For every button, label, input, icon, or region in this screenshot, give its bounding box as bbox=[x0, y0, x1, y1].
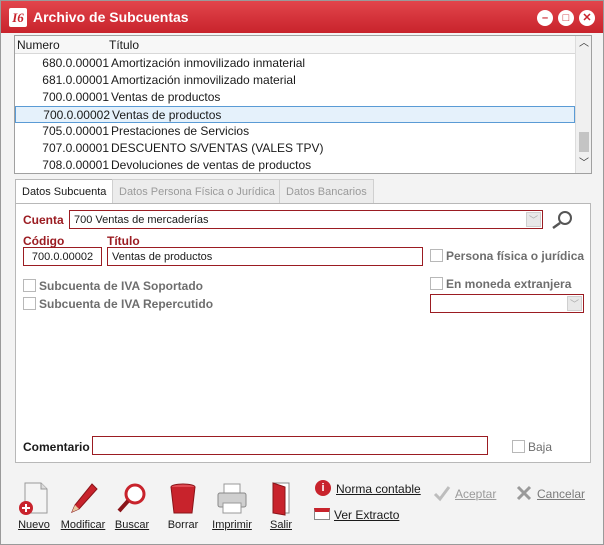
codigo-label: Código bbox=[23, 234, 65, 248]
window-title: Archivo de Subcuentas bbox=[33, 9, 189, 25]
tab-datos-subcuenta[interactable]: Datos Subcuenta bbox=[15, 179, 114, 204]
subcuentas-window: I6 Archivo de Subcuentas – □ ✕ Numero Tí… bbox=[0, 0, 604, 545]
trash-icon bbox=[166, 481, 200, 517]
printer-icon bbox=[215, 481, 249, 517]
row-number: 705.0.00001 bbox=[42, 124, 109, 138]
scroll-thumb[interactable] bbox=[579, 132, 589, 152]
tab-datos-bancarios[interactable]: Datos Bancarios bbox=[279, 179, 374, 203]
chevron-down-icon[interactable]: ﹀ bbox=[526, 212, 541, 227]
close-icon[interactable]: ✕ bbox=[579, 10, 595, 26]
row-title: Prestaciones de Servicios bbox=[111, 124, 250, 138]
new-document-icon bbox=[17, 481, 51, 517]
nuevo-button[interactable]: Nuevo bbox=[9, 481, 59, 531]
list-row[interactable]: 708.0.00001 Devoluciones de ventas de pr… bbox=[15, 157, 575, 174]
list-row[interactable]: 700.0.00001 Ventas de productos bbox=[15, 89, 575, 106]
modificar-button[interactable]: Modificar bbox=[58, 481, 108, 531]
cancel-x-icon bbox=[515, 484, 533, 502]
info-icon: i bbox=[315, 480, 331, 496]
borrar-button[interactable]: Borrar bbox=[158, 481, 208, 531]
iva-soportado-label: Subcuenta de IVA Soportado bbox=[39, 279, 204, 293]
comentario-input[interactable] bbox=[92, 436, 488, 455]
row-number: 708.0.00001 bbox=[42, 158, 109, 172]
list-row[interactable]: 680.0.00001 Amortización inmovilizado in… bbox=[15, 55, 575, 72]
imprimir-label: Imprimir bbox=[212, 519, 252, 531]
iva-soportado-checkbox[interactable] bbox=[23, 279, 36, 292]
row-number: 707.0.00001 bbox=[42, 141, 109, 155]
list-row[interactable]: 681.0.00001 Amortización inmovilizado ma… bbox=[15, 72, 575, 89]
buscar-button[interactable]: Buscar bbox=[107, 481, 157, 531]
datos-subcuenta-panel bbox=[15, 203, 591, 463]
extract-icon bbox=[314, 508, 330, 520]
list-scrollbar[interactable]: ︿ ﹀ bbox=[575, 36, 591, 173]
subcuentas-list[interactable]: Numero Título 680.0.00001 Amortización i… bbox=[14, 35, 592, 174]
moneda-combo[interactable]: ﹀ bbox=[430, 294, 584, 313]
persona-checkbox[interactable] bbox=[430, 249, 443, 262]
row-title: Ventas de productos bbox=[112, 108, 222, 122]
borrar-label: Borrar bbox=[167, 519, 199, 531]
row-number: 681.0.00001 bbox=[42, 73, 109, 87]
list-row[interactable]: 705.0.00001 Prestaciones de Servicios bbox=[15, 123, 575, 140]
row-title: Ventas de productos bbox=[111, 90, 221, 104]
norma-contable-link[interactable]: Norma contable bbox=[336, 482, 421, 496]
row-number: 700.0.00001 bbox=[42, 90, 109, 104]
minimize-icon[interactable]: – bbox=[537, 10, 553, 26]
scroll-down-icon[interactable]: ﹀ bbox=[576, 156, 592, 172]
imprimir-button[interactable]: Imprimir bbox=[207, 481, 257, 531]
cancelar-button[interactable]: Cancelar bbox=[515, 484, 585, 505]
magnifier-icon bbox=[115, 481, 149, 517]
baja-checkbox[interactable] bbox=[512, 440, 525, 453]
comentario-label: Comentario bbox=[23, 440, 90, 454]
codigo-input[interactable]: 700.0.00002 bbox=[23, 247, 102, 266]
titulo-label: Título bbox=[107, 234, 140, 248]
ver-extracto-link[interactable]: Ver Extracto bbox=[334, 508, 399, 522]
titulo-input[interactable]: Ventas de productos bbox=[107, 247, 423, 266]
list-row[interactable]: 707.0.00001 DESCUENTO S/VENTAS (VALES TP… bbox=[15, 140, 575, 157]
row-number: 700.0.00002 bbox=[43, 108, 110, 122]
column-header-titulo[interactable]: Título bbox=[109, 38, 139, 52]
chevron-down-icon[interactable]: ﹀ bbox=[567, 296, 582, 311]
salir-button[interactable]: Salir bbox=[256, 481, 306, 531]
aceptar-button[interactable]: Aceptar bbox=[433, 484, 496, 505]
modificar-label: Modificar bbox=[60, 519, 106, 531]
moneda-label: En moneda extranjera bbox=[446, 277, 572, 291]
buscar-label: Buscar bbox=[114, 519, 150, 531]
aceptar-label: Aceptar bbox=[455, 487, 497, 501]
salir-label: Salir bbox=[269, 519, 292, 531]
pencil-icon bbox=[66, 481, 100, 517]
row-number: 680.0.00001 bbox=[42, 56, 109, 70]
cuenta-value: 700 Ventas de mercaderías bbox=[74, 214, 209, 226]
exit-door-icon bbox=[264, 481, 298, 517]
column-header-numero[interactable]: Numero bbox=[17, 38, 60, 52]
checkmark-icon bbox=[433, 484, 451, 502]
persona-label: Persona física o jurídica bbox=[446, 249, 585, 263]
maximize-icon[interactable]: □ bbox=[558, 10, 574, 26]
iva-repercutido-label: Subcuenta de IVA Repercutido bbox=[39, 297, 214, 311]
cuenta-combo[interactable]: 700 Ventas de mercaderías ﹀ bbox=[69, 210, 543, 229]
row-title: Devoluciones de ventas de productos bbox=[111, 158, 312, 172]
row-title: Amortización inmovilizado inmaterial bbox=[111, 56, 306, 70]
iva-repercutido-checkbox[interactable] bbox=[23, 297, 36, 310]
scroll-up-icon[interactable]: ︿ bbox=[576, 36, 592, 52]
title-bar[interactable]: I6 Archivo de Subcuentas – □ ✕ bbox=[1, 1, 603, 33]
row-title: Amortización inmovilizado material bbox=[111, 73, 296, 87]
moneda-checkbox[interactable] bbox=[430, 277, 443, 290]
search-icon[interactable] bbox=[550, 210, 574, 230]
baja-label: Baja bbox=[528, 440, 553, 454]
cuenta-label: Cuenta bbox=[23, 213, 64, 227]
list-row-selected[interactable]: 700.0.00002 Ventas de productos bbox=[15, 106, 575, 123]
nuevo-label: Nuevo bbox=[18, 519, 50, 531]
list-header: Numero Título bbox=[15, 36, 575, 54]
tab-datos-persona[interactable]: Datos Persona Física o Jurídica bbox=[112, 179, 282, 203]
cancelar-label: Cancelar bbox=[537, 487, 586, 501]
row-title: DESCUENTO S/VENTAS (VALES TPV) bbox=[111, 141, 324, 155]
app-logo-icon: I6 bbox=[9, 8, 27, 27]
